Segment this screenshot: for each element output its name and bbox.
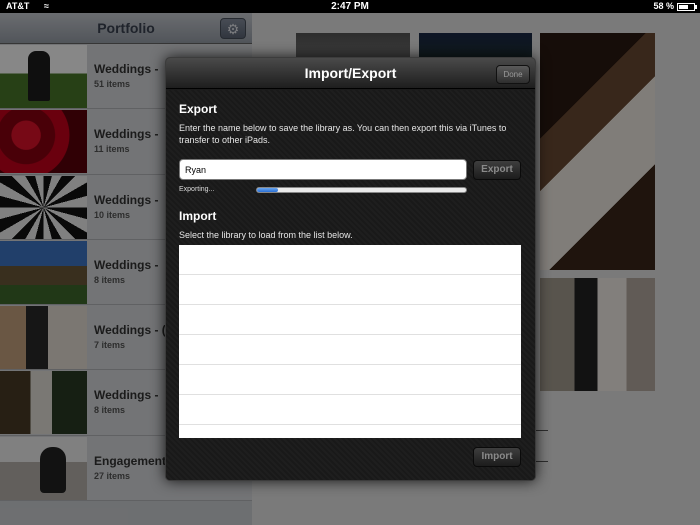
library-row[interactable] [179, 275, 521, 305]
import-heading: Import [179, 209, 217, 223]
library-row[interactable] [179, 305, 521, 335]
import-button[interactable]: Import [473, 447, 521, 467]
library-name-input[interactable] [179, 159, 467, 180]
export-description: Enter the name below to save the library… [179, 123, 507, 145]
library-row[interactable] [179, 365, 521, 395]
clock: 2:47 PM [331, 1, 369, 12]
dialog-body: Export Enter the name below to save the … [166, 90, 535, 480]
battery-percent: 58 % [653, 1, 674, 11]
progress-fill [257, 188, 278, 192]
progress-label: Exporting... [179, 186, 215, 193]
import-export-dialog: Import/Export Done Export Enter the name… [165, 57, 536, 481]
library-list[interactable] [179, 245, 521, 438]
battery-icon [677, 3, 697, 11]
status-bar: AT&T ≈ 2:47 PM 58 % [0, 0, 700, 13]
export-progress-bar [256, 187, 467, 193]
import-description: Select the library to load from the list… [179, 230, 353, 240]
export-button[interactable]: Export [473, 160, 521, 180]
done-button[interactable]: Done [496, 65, 530, 84]
library-row[interactable] [179, 335, 521, 365]
dialog-title: Import/Export [304, 65, 397, 81]
library-row[interactable] [179, 395, 521, 425]
export-heading: Export [179, 102, 218, 116]
dialog-header: Import/Export Done [166, 58, 535, 89]
library-row[interactable] [179, 245, 521, 275]
